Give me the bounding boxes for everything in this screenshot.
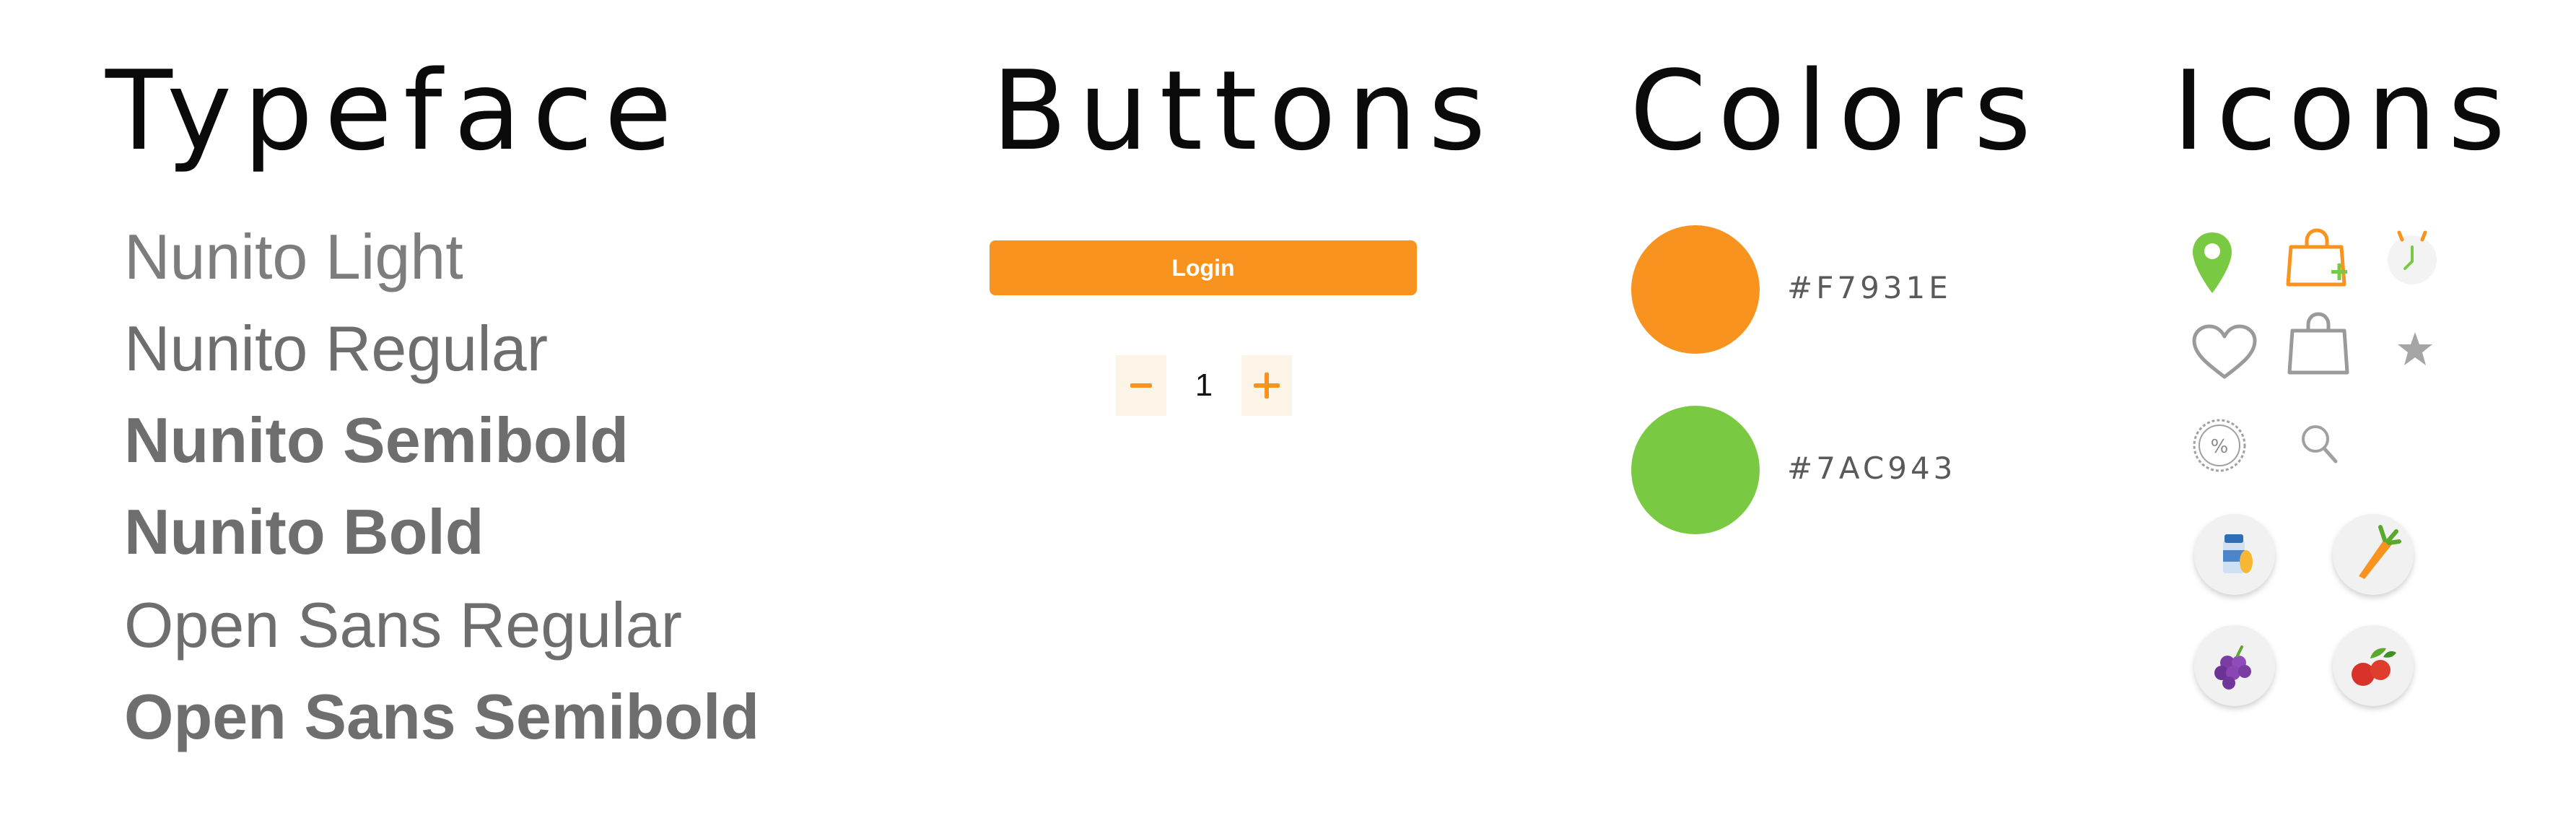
search-icon[interactable]: [2300, 423, 2340, 466]
milk-bottle-icon: [2194, 514, 2275, 595]
svg-text:%: %: [2211, 436, 2229, 458]
typeface-title: Typeface: [105, 47, 684, 175]
quantity-stepper: 1: [1116, 355, 1292, 416]
color-hex-orange: #F7931E: [1787, 270, 1952, 305]
font-sample-open-sans-semibold: Open Sans Semibold: [124, 681, 760, 752]
star-icon: [2398, 332, 2432, 365]
login-button[interactable]: Login: [990, 240, 1417, 295]
colors-title: Colors: [1630, 47, 2043, 175]
decrement-button[interactable]: [1116, 355, 1166, 416]
grapes-icon: [2194, 625, 2275, 706]
plus-icon: [1254, 373, 1280, 399]
clock-icon: [2388, 230, 2437, 284]
font-sample-nunito-semibold: Nunito Semibold: [124, 404, 629, 476]
location-pin-icon: [2193, 232, 2232, 293]
heart-icon: [2192, 324, 2257, 379]
color-hex-green: #7AC943: [1787, 451, 1957, 486]
shopping-bag-add-icon: [2286, 228, 2347, 287]
font-sample-nunito-regular: Nunito Regular: [124, 313, 548, 384]
color-swatch-green: [1631, 406, 1760, 534]
font-sample-nunito-bold: Nunito Bold: [124, 496, 484, 567]
carrot-icon: [2333, 514, 2414, 595]
font-sample-nunito-light: Nunito Light: [124, 221, 463, 292]
buttons-title: Buttons: [992, 47, 1498, 175]
discount-badge-icon: %: [2193, 419, 2246, 472]
icons-title: Icons: [2173, 47, 2517, 175]
color-swatch-orange: [1631, 225, 1760, 354]
increment-button[interactable]: [1241, 355, 1292, 416]
minus-icon: [1130, 383, 1152, 388]
quantity-value: 1: [1195, 367, 1213, 403]
fruits-icon: [2333, 625, 2414, 706]
shopping-bag-icon: [2287, 312, 2349, 375]
font-sample-open-sans-regular: Open Sans Regular: [124, 589, 682, 661]
